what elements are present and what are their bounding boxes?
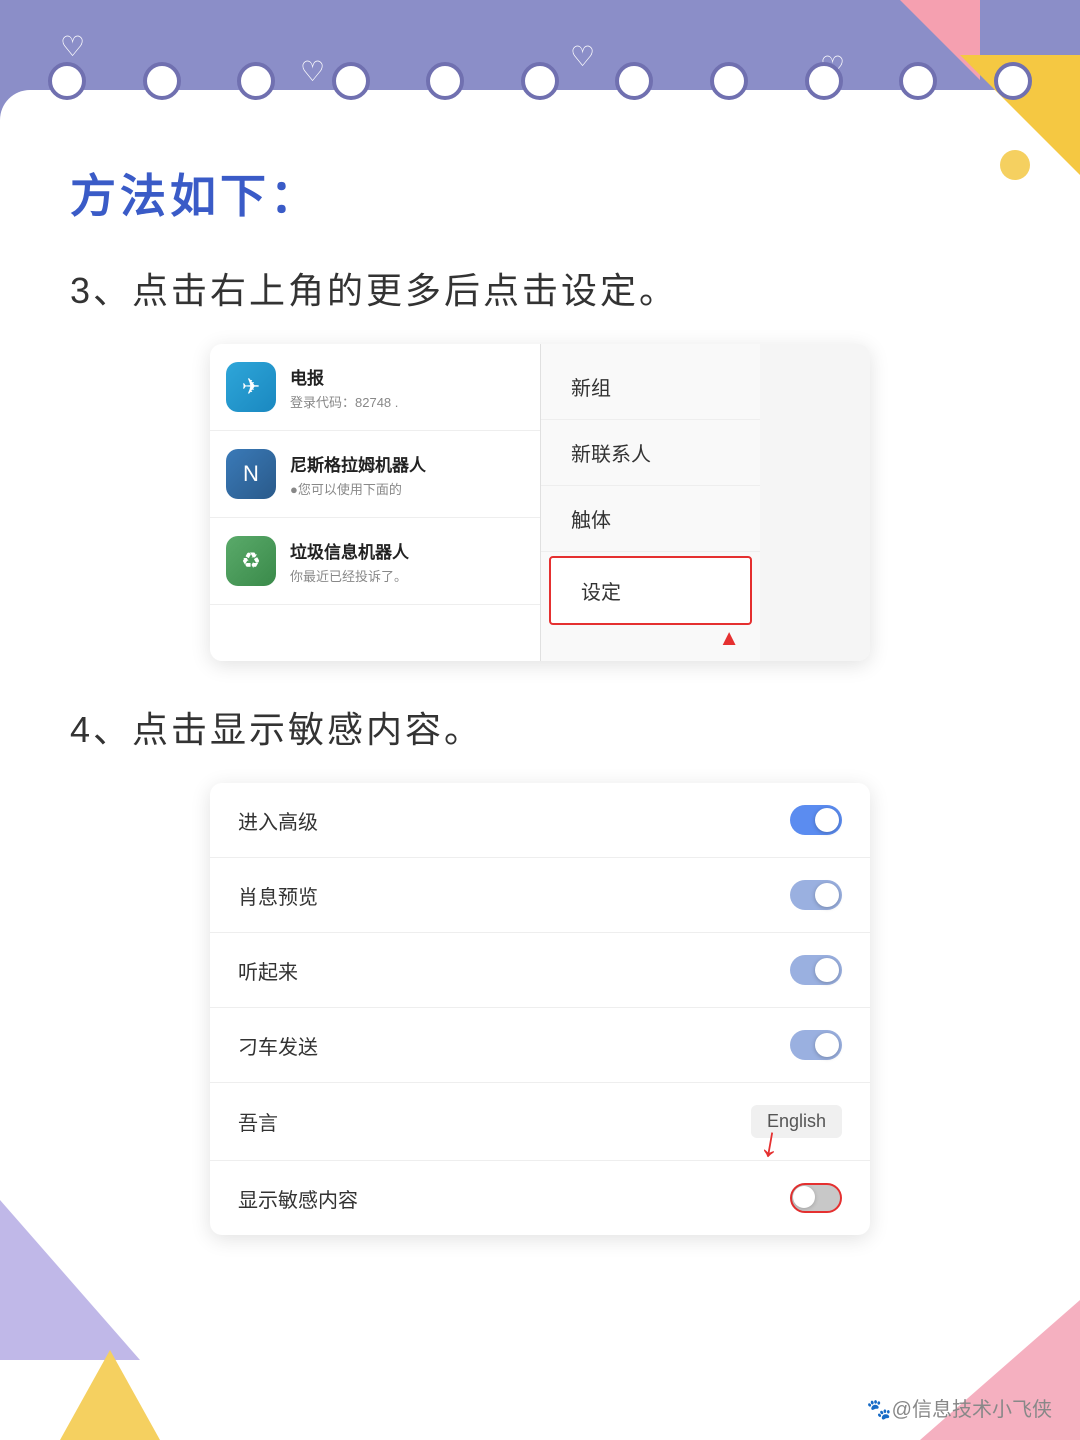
spiral-hole xyxy=(237,62,275,100)
spiral-hole xyxy=(994,62,1032,100)
spiral-hole xyxy=(615,62,653,100)
toggle-send[interactable] xyxy=(790,1030,842,1060)
menu-item-touch[interactable]: 触体 xyxy=(541,486,760,552)
toggle-sensitive-wrap: ↓ xyxy=(790,1183,842,1213)
notebook-header: ♡ ♡ ♡ ♡ xyxy=(0,0,1080,120)
spiral-hole xyxy=(332,62,370,100)
spiral-hole xyxy=(899,62,937,100)
app-desc-nsgm: ●您可以使用下面的 xyxy=(290,479,426,498)
app-name-telegram: 电报 xyxy=(290,364,398,389)
app-desc-telegram: 登录代码：82748 . xyxy=(290,392,398,411)
menu-item-settings[interactable]: 设定 xyxy=(549,556,752,625)
spiral-hole xyxy=(710,62,748,100)
toggle-sensitive[interactable] xyxy=(790,1183,842,1213)
settings-row-advanced: 进入高级 xyxy=(210,783,870,858)
screenshot-menu-card: ✈ 电报 登录代码：82748 . N 尼斯格拉姆机器人 ●您可以使用下面的 xyxy=(210,344,870,661)
settings-label-language: 吾言 xyxy=(238,1107,278,1136)
menu-container: ✈ 电报 登录代码：82748 . N 尼斯格拉姆机器人 ●您可以使用下面的 xyxy=(210,344,870,661)
app-list: ✈ 电报 登录代码：82748 . N 尼斯格拉姆机器人 ●您可以使用下面的 xyxy=(210,344,540,661)
spam-icon: ♻ xyxy=(226,536,276,586)
app-item-spam: ♻ 垃圾信息机器人 你最近已经投诉了。 xyxy=(210,518,540,605)
app-desc-spam: 你最近已经投诉了。 xyxy=(290,566,409,585)
app-name-spam: 垃圾信息机器人 xyxy=(290,538,409,563)
app-item-telegram: ✈ 电报 登录代码：82748 . xyxy=(210,344,540,431)
settings-label-sensitive: 显示敏感内容 xyxy=(238,1184,358,1213)
page: ♡ ♡ ♡ ♡ 方法如下： 3、点击右上角的更多后点击设定。 ✈ 电报 登录代码… xyxy=(0,0,1080,1440)
spiral-hole xyxy=(426,62,464,100)
red-arrow-up: ▲ xyxy=(541,625,760,651)
spiral-hole xyxy=(143,62,181,100)
spiral-hole xyxy=(805,62,843,100)
settings-label-sound: 听起来 xyxy=(238,956,298,985)
settings-label-send: 刁车发送 xyxy=(238,1031,318,1060)
deco-shape-yellow-bl xyxy=(60,1350,160,1440)
section-title: 方法如下： xyxy=(70,160,1010,226)
settings-row-preview: 肖息预览 xyxy=(210,858,870,933)
nsgm-icon: N xyxy=(226,449,276,499)
toggle-advanced[interactable] xyxy=(790,805,842,835)
spiral-hole xyxy=(521,62,559,100)
settings-row-sensitive: 显示敏感内容 ↓ xyxy=(210,1161,870,1235)
menu-item-new-contact[interactable]: 新联系人 xyxy=(541,420,760,486)
toggle-sound[interactable] xyxy=(790,955,842,985)
settings-label-advanced: 进入高级 xyxy=(238,806,318,835)
menu-item-new-group[interactable]: 新组 xyxy=(541,354,760,420)
telegram-icon: ✈ xyxy=(226,362,276,412)
settings-label-preview: 肖息预览 xyxy=(238,881,318,910)
step3-text: 3、点击右上角的更多后点击设定。 xyxy=(70,262,1010,314)
settings-row-sound: 听起来 xyxy=(210,933,870,1008)
dropdown-menu: 新组 新联系人 触体 设定 ▲ xyxy=(540,344,760,661)
settings-card: 进入高级 肖息预览 听起来 刁车发送 吾言 English xyxy=(210,783,870,1235)
spiral-hole xyxy=(48,62,86,100)
step4-text: 4、点击显示敏感内容。 xyxy=(70,701,1010,753)
spiral-holes xyxy=(0,0,1080,120)
app-item-nsgm: N 尼斯格拉姆机器人 ●您可以使用下面的 xyxy=(210,431,540,518)
app-name-nsgm: 尼斯格拉姆机器人 xyxy=(290,451,426,476)
settings-row-send: 刁车发送 xyxy=(210,1008,870,1083)
toggle-preview[interactable] xyxy=(790,880,842,910)
main-content: 方法如下： 3、点击右上角的更多后点击设定。 ✈ 电报 登录代码：82748 .… xyxy=(0,120,1080,1305)
watermark: 🐾@信息技术小飞侠 xyxy=(867,1393,1052,1422)
